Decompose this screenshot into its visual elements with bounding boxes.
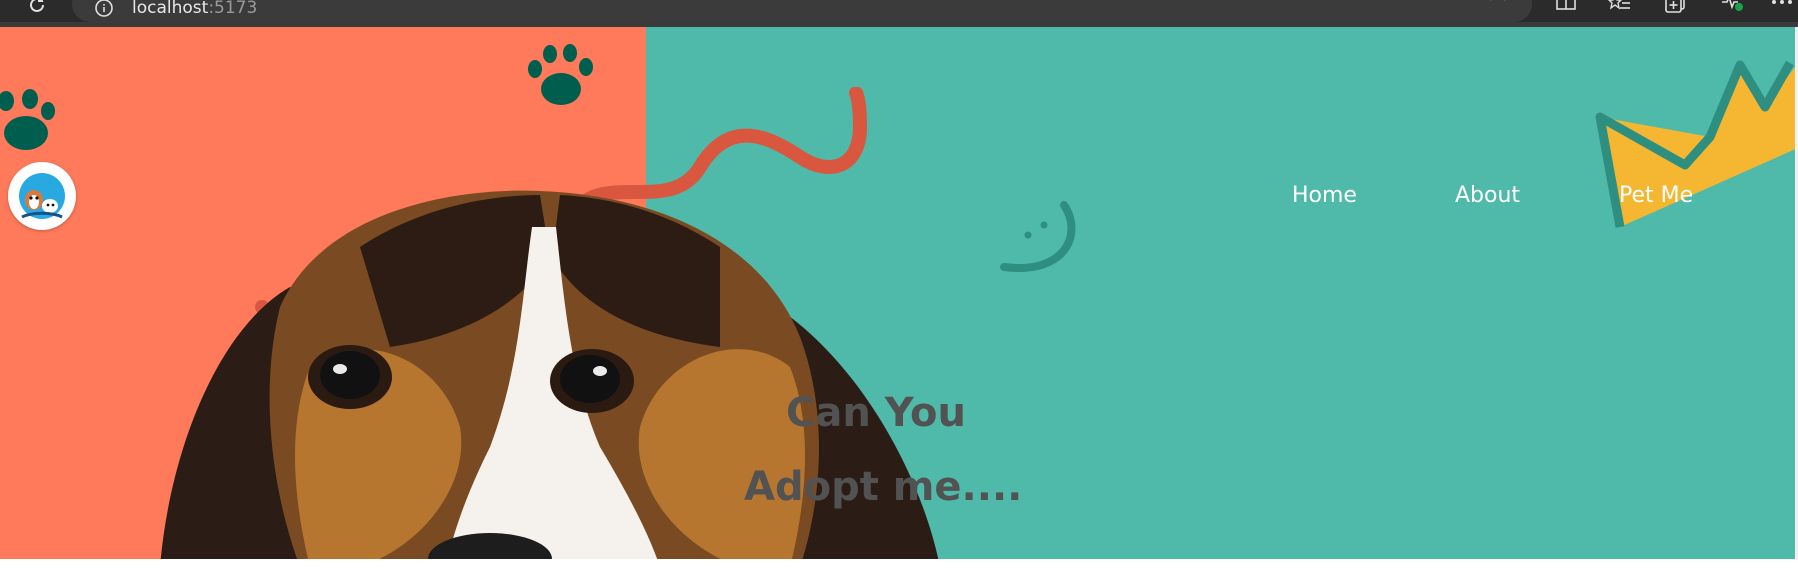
- reload-icon[interactable]: [26, 0, 48, 16]
- browser-health-icon[interactable]: [1720, 0, 1744, 16]
- nav-about-link[interactable]: About: [1455, 182, 1520, 210]
- url-text[interactable]: localhost:5173: [132, 0, 257, 18]
- favorites-list-icon[interactable]: [1608, 0, 1632, 16]
- hero-section: Home About Pet Me Can You Adopt me....: [0, 27, 1798, 559]
- read-aloud-icon[interactable]: [1438, 0, 1462, 2]
- split-screen-icon[interactable]: [1554, 0, 1578, 16]
- info-icon[interactable]: [94, 0, 114, 18]
- hero-headline-line2: Adopt me....: [744, 464, 1023, 510]
- site-logo[interactable]: [8, 162, 76, 230]
- crown-icon: [1595, 60, 1798, 228]
- smiley-icon: [1000, 201, 1076, 273]
- url-port: :5173: [208, 0, 258, 18]
- zoom-out-icon[interactable]: [1390, 0, 1414, 2]
- favorite-star-icon[interactable]: [1486, 0, 1510, 2]
- browser-toolbar: localhost:5173: [0, 0, 1798, 27]
- nav-pet-me-link[interactable]: Pet Me: [1619, 182, 1693, 210]
- paw-icon: [0, 89, 55, 150]
- address-bar[interactable]: localhost:5173: [72, 0, 1532, 22]
- nav-home-link[interactable]: Home: [1292, 182, 1357, 210]
- hero-headline-line1: Can You: [786, 390, 966, 436]
- collections-icon[interactable]: [1664, 0, 1688, 16]
- page-bottom-strip: [0, 559, 1798, 577]
- url-host: localhost: [132, 0, 209, 18]
- more-icon[interactable]: [1770, 0, 1794, 16]
